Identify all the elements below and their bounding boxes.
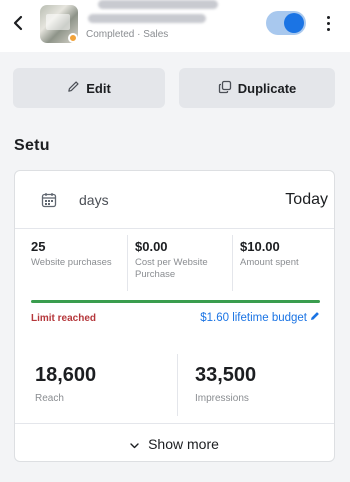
calendar-icon (41, 192, 57, 208)
budget-text: $1.60 lifetime budget (200, 311, 307, 324)
impressions-stat: 33,500 Impressions (195, 364, 256, 404)
date-range-label: days (79, 192, 109, 208)
metric-label: Cost per Website Purchase (135, 257, 208, 281)
metric-divider (127, 235, 128, 291)
metric-divider (232, 235, 233, 291)
budget-progress-bar (31, 300, 320, 303)
duplicate-label: Duplicate (237, 80, 297, 96)
status-dot-icon (68, 33, 78, 43)
edit-label: Edit (86, 80, 111, 96)
performance-summary-card: days Today 25 Website purchases $0.00 Co… (14, 170, 335, 462)
stat-divider (177, 354, 178, 416)
duplicate-icon (218, 80, 232, 97)
reach-label: Reach (35, 393, 64, 404)
metric-label: Amount spent (240, 257, 299, 268)
toggle-knob (284, 13, 304, 33)
blurred-campaign-name-line-1 (98, 0, 218, 9)
date-range-selector[interactable]: days Today (15, 171, 334, 229)
back-arrow-icon[interactable] (10, 12, 26, 34)
impressions-value: 33,500 (195, 364, 257, 386)
campaign-active-toggle[interactable] (266, 11, 306, 35)
campaign-status-subtitle: Completed · Sales (86, 29, 169, 40)
metric-value: $10.00 (240, 239, 280, 254)
metric-value: 25 (31, 239, 46, 254)
metric-website-purchases: 25 Website purchases (31, 239, 121, 269)
chevron-down-icon (130, 436, 139, 452)
metric-amount-spent: $10.00 Amount spent (240, 239, 330, 269)
pencil-icon (67, 80, 80, 96)
edit-button[interactable]: Edit (13, 68, 165, 108)
more-vertical-icon[interactable] (322, 12, 334, 34)
show-more-label: Show more (148, 435, 219, 452)
campaign-header: Completed · Sales (0, 0, 350, 52)
limit-reached-text: Limit reached (31, 313, 97, 324)
metric-label: Website purchases (31, 257, 112, 268)
pencil-icon (310, 311, 320, 324)
metric-value: $0.00 (135, 239, 168, 254)
lifetime-budget-link[interactable]: $1.60 lifetime budget (200, 311, 320, 324)
section-title: Setu (14, 137, 50, 154)
metric-cost-per-purchase: $0.00 Cost per Website Purchase (135, 239, 229, 282)
impressions-label: Impressions (195, 393, 249, 404)
date-range-value: Today (285, 191, 328, 208)
blurred-campaign-name-line-2 (88, 14, 206, 23)
duplicate-button[interactable]: Duplicate (179, 68, 335, 108)
reach-stat: 18,600 Reach (35, 364, 96, 404)
reach-value: 18,600 (35, 364, 97, 386)
show-more-button[interactable]: Show more (15, 423, 334, 463)
